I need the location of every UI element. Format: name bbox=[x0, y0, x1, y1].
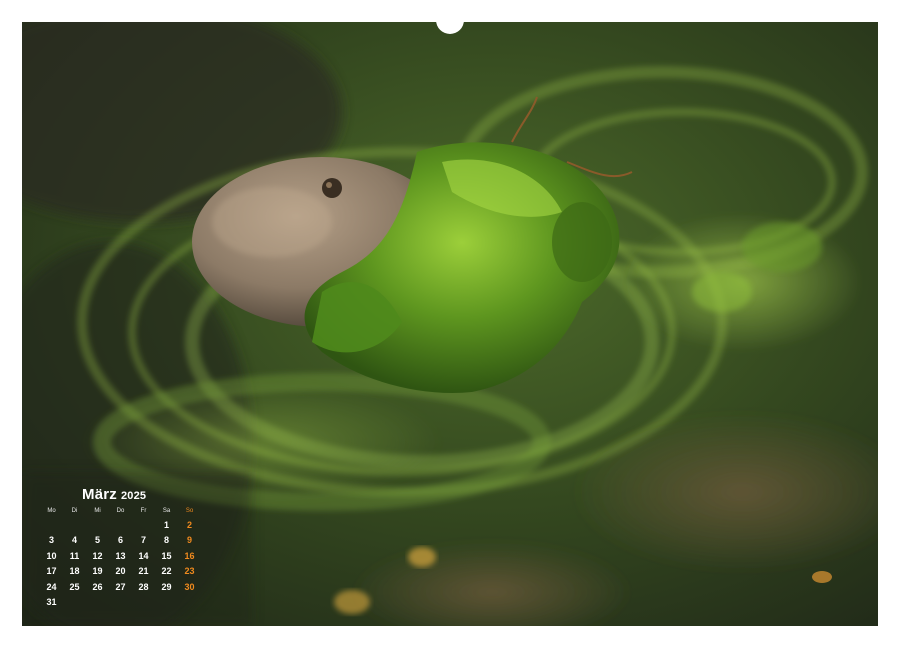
calendar-day bbox=[40, 517, 63, 533]
calendar-day bbox=[155, 595, 178, 611]
calendar-day: 12 bbox=[86, 548, 109, 564]
calendar-day: 28 bbox=[132, 579, 155, 595]
weekday-label: Mi bbox=[86, 505, 109, 517]
calendar-day: 15 bbox=[155, 548, 178, 564]
calendar-week-row: 24252627282930 bbox=[40, 579, 201, 595]
month-calendar: März2025 MoDiMiDoFrSaSo 1234567891011121… bbox=[40, 486, 210, 610]
calendar-day: 18 bbox=[63, 564, 86, 580]
calendar-day bbox=[132, 595, 155, 611]
calendar-day: 10 bbox=[40, 548, 63, 564]
calendar-day: 9 bbox=[178, 533, 201, 549]
calendar-day: 29 bbox=[155, 579, 178, 595]
calendar-week-row: 10111213141516 bbox=[40, 548, 201, 564]
calendar-heading: März 2025 bbox=[82, 486, 210, 503]
weekday-label: So bbox=[178, 505, 201, 517]
calendar-day: 27 bbox=[109, 579, 132, 595]
weekday-label: Do bbox=[109, 505, 132, 517]
calendar-day: 14 bbox=[132, 548, 155, 564]
calendar-day: 22 bbox=[155, 564, 178, 580]
calendar-day bbox=[109, 517, 132, 533]
calendar-day: 20 bbox=[109, 564, 132, 580]
weekday-label: Mo bbox=[40, 505, 63, 517]
weekday-header-row: MoDiMiDoFrSaSo bbox=[40, 505, 201, 517]
calendar-week-row: 3456789 bbox=[40, 533, 201, 549]
calendar-day: 30 bbox=[178, 579, 201, 595]
calendar-day bbox=[86, 517, 109, 533]
calendar-week-row: 17181920212223 bbox=[40, 564, 201, 580]
calendar-day: 1 bbox=[155, 517, 178, 533]
calendar-day: 24 bbox=[40, 579, 63, 595]
calendar-day bbox=[63, 595, 86, 611]
calendar-day: 8 bbox=[155, 533, 178, 549]
calendar-day bbox=[178, 595, 201, 611]
calendar-day: 19 bbox=[86, 564, 109, 580]
calendar-day: 31 bbox=[40, 595, 63, 611]
calendar-grid: MoDiMiDoFrSaSo 1234567891011121314151617… bbox=[40, 505, 201, 610]
month-name: März bbox=[82, 486, 117, 503]
calendar-week-row: 12 bbox=[40, 517, 201, 533]
weekday-label: Fr bbox=[132, 505, 155, 517]
calendar-day: 3 bbox=[40, 533, 63, 549]
calendar-day: 2 bbox=[178, 517, 201, 533]
calendar-day bbox=[63, 517, 86, 533]
calendar-day bbox=[86, 595, 109, 611]
weekday-label: Di bbox=[63, 505, 86, 517]
weekday-label: Sa bbox=[155, 505, 178, 517]
calendar-day: 6 bbox=[109, 533, 132, 549]
calendar-day: 25 bbox=[63, 579, 86, 595]
calendar-day: 23 bbox=[178, 564, 201, 580]
calendar-day: 13 bbox=[109, 548, 132, 564]
calendar-day: 5 bbox=[86, 533, 109, 549]
calendar-day: 11 bbox=[63, 548, 86, 564]
calendar-day bbox=[132, 517, 155, 533]
calendar-week-row: 31 bbox=[40, 595, 201, 611]
calendar-day: 4 bbox=[63, 533, 86, 549]
calendar-day: 16 bbox=[178, 548, 201, 564]
calendar-day: 7 bbox=[132, 533, 155, 549]
calendar-day: 26 bbox=[86, 579, 109, 595]
calendar-day bbox=[109, 595, 132, 611]
year-label: 2025 bbox=[121, 490, 146, 502]
calendar-day: 17 bbox=[40, 564, 63, 580]
calendar-day: 21 bbox=[132, 564, 155, 580]
